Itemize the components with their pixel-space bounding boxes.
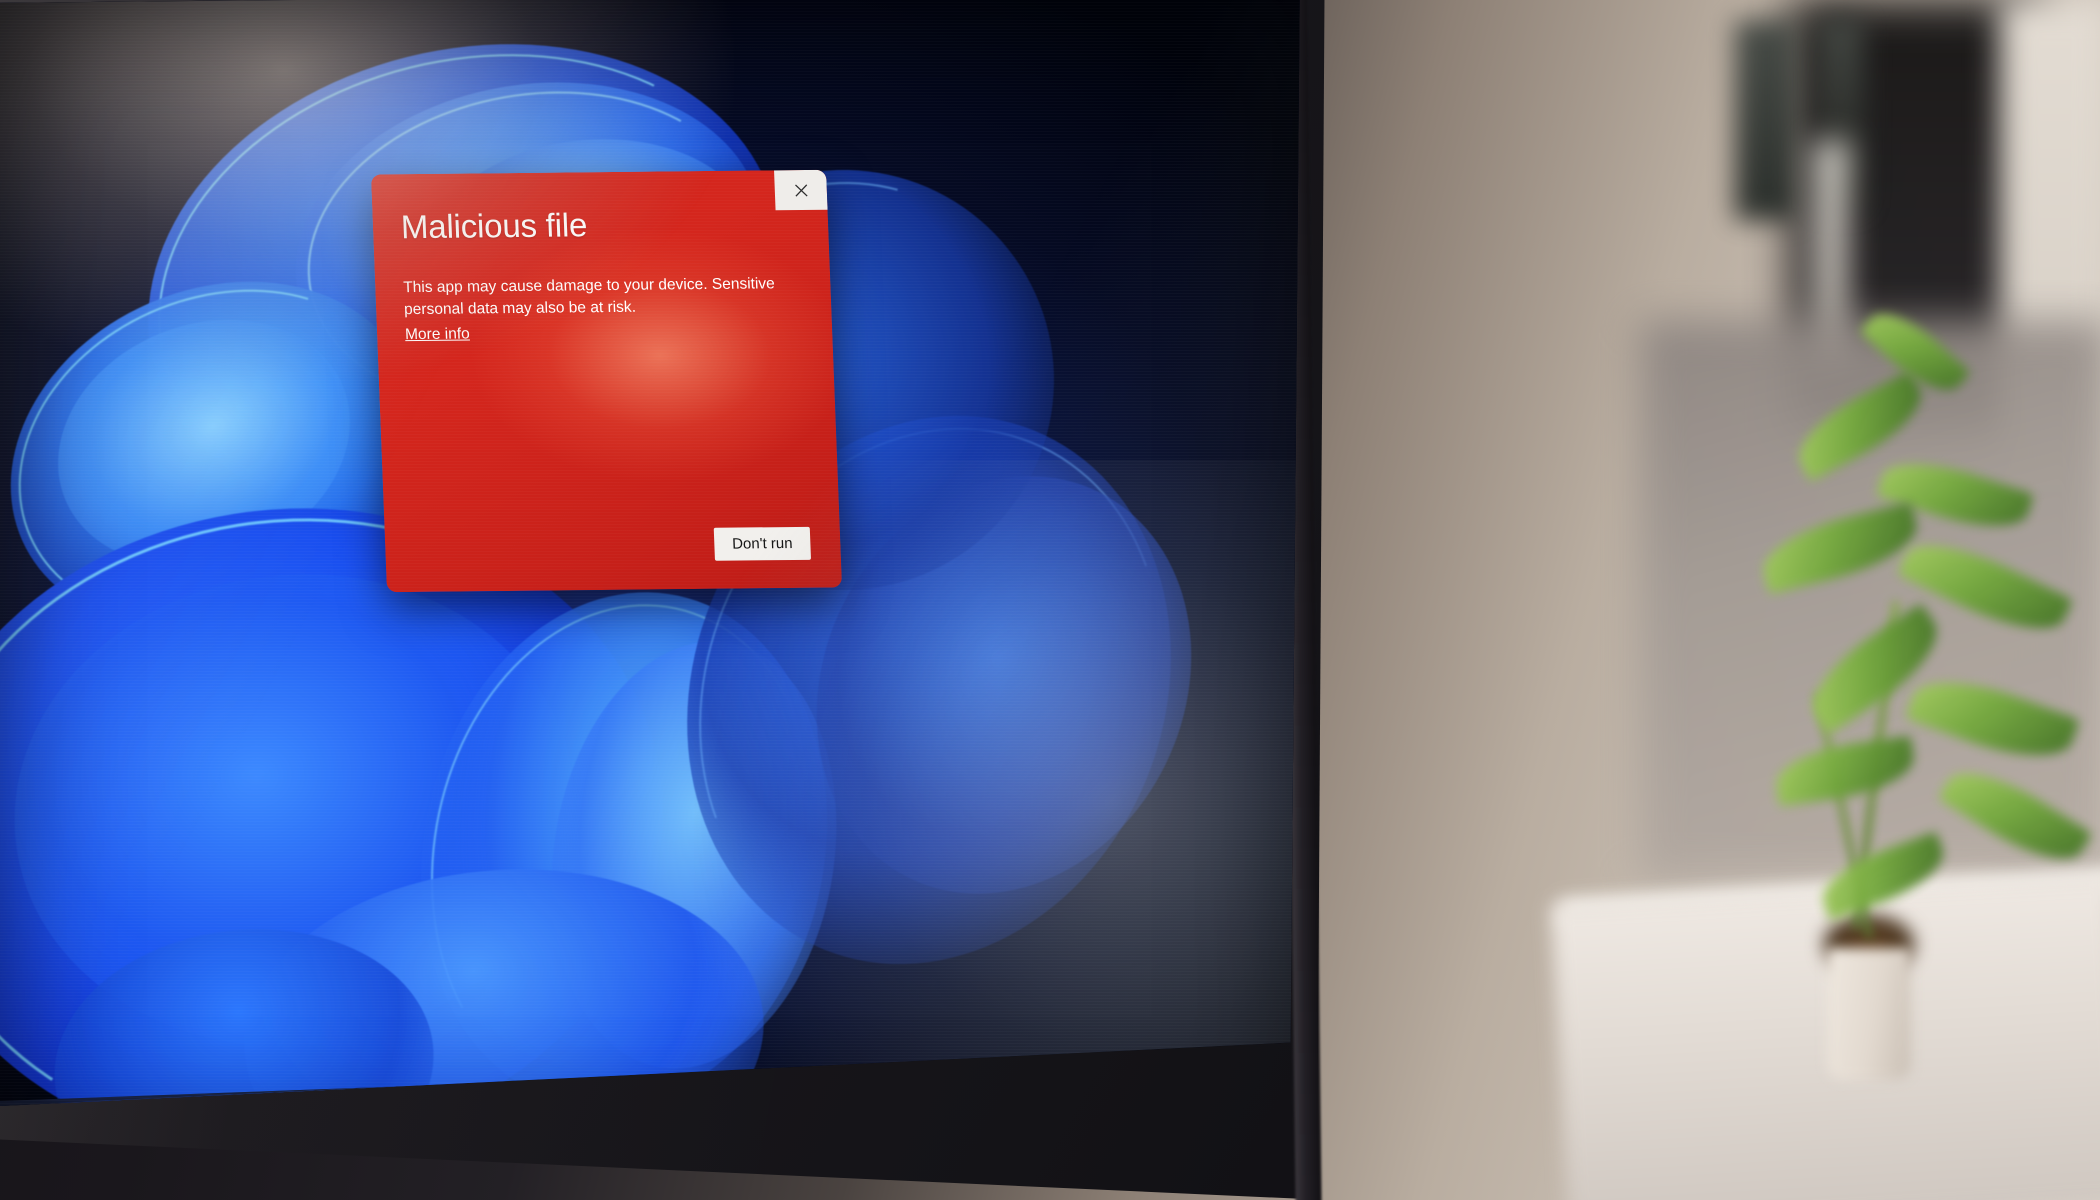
monitor: Malicious file This app may cause damage… (0, 0, 1870, 1200)
dialog-message: This app may cause damage to your device… (402, 275, 776, 319)
malicious-file-dialog[interactable]: Malicious file This app may cause damage… (370, 169, 843, 593)
monitor-screen: Malicious file This app may cause damage… (0, 0, 1300, 1107)
close-icon (794, 183, 808, 197)
screenshot-root: Malicious file This app may cause damage… (0, 0, 2100, 1200)
dont-run-button[interactable]: Don't run (713, 526, 812, 561)
dialog-title: Malicious file (400, 206, 588, 246)
close-button[interactable] (774, 169, 828, 211)
more-info-link[interactable]: More info (405, 325, 470, 344)
